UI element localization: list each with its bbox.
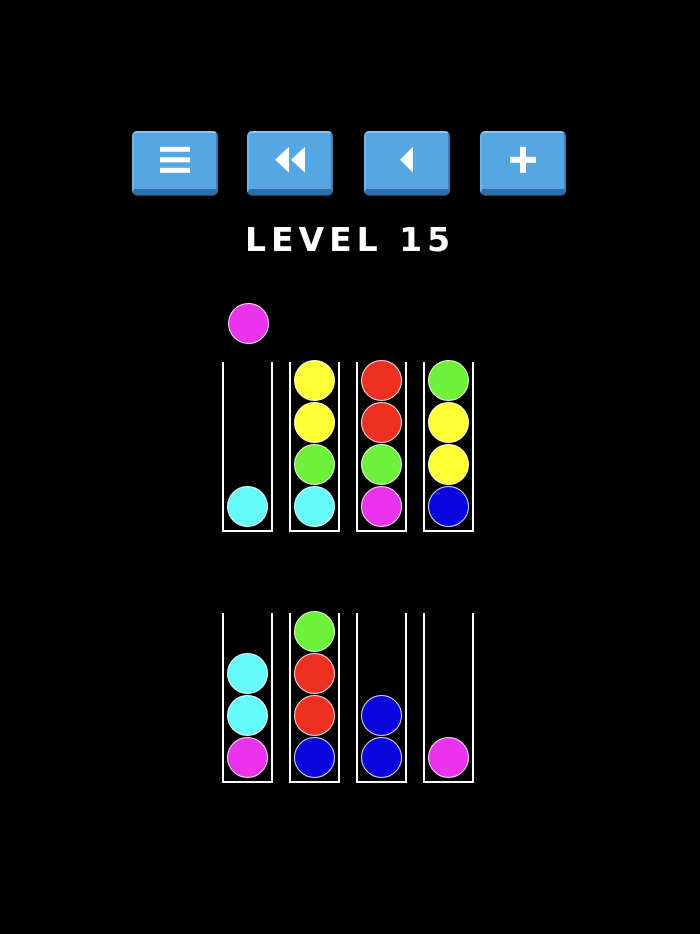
ball-green bbox=[294, 444, 335, 485]
ball-yellow bbox=[428, 402, 469, 443]
add-tube-button[interactable] bbox=[480, 131, 566, 195]
tube-8[interactable] bbox=[423, 613, 474, 783]
restart-button[interactable] bbox=[247, 131, 333, 195]
plus-icon bbox=[510, 146, 536, 173]
ball-magenta bbox=[361, 486, 402, 527]
tube-1[interactable] bbox=[222, 362, 273, 532]
tube-4[interactable] bbox=[423, 360, 474, 532]
ball-green bbox=[294, 611, 335, 652]
ball-green bbox=[428, 360, 469, 401]
undo-button[interactable] bbox=[364, 131, 450, 195]
ball-blue bbox=[361, 695, 402, 736]
level-title: LEVEL 15 bbox=[244, 220, 456, 259]
ball-red bbox=[294, 653, 335, 694]
ball-red bbox=[361, 360, 402, 401]
ball-blue bbox=[361, 737, 402, 778]
selected-ball-magenta bbox=[228, 303, 269, 344]
ball-yellow bbox=[294, 402, 335, 443]
tube-2[interactable] bbox=[289, 360, 340, 532]
tube-3[interactable] bbox=[356, 360, 407, 532]
ball-cyan bbox=[227, 653, 268, 694]
tube-5[interactable] bbox=[222, 613, 273, 783]
ball-yellow bbox=[428, 444, 469, 485]
menu-button[interactable] bbox=[132, 131, 218, 195]
ball-cyan bbox=[227, 695, 268, 736]
ball-green bbox=[361, 444, 402, 485]
rewind-icon bbox=[275, 146, 305, 173]
ball-blue bbox=[428, 486, 469, 527]
ball-yellow bbox=[294, 360, 335, 401]
tube-7[interactable] bbox=[356, 613, 407, 783]
ball-blue bbox=[294, 737, 335, 778]
menu-icon bbox=[160, 146, 190, 173]
ball-cyan bbox=[227, 486, 268, 527]
ball-cyan bbox=[294, 486, 335, 527]
ball-red bbox=[361, 402, 402, 443]
ball-red bbox=[294, 695, 335, 736]
back-arrow-icon bbox=[400, 146, 413, 173]
ball-magenta bbox=[428, 737, 469, 778]
ball-magenta bbox=[227, 737, 268, 778]
tube-6[interactable] bbox=[289, 611, 340, 783]
